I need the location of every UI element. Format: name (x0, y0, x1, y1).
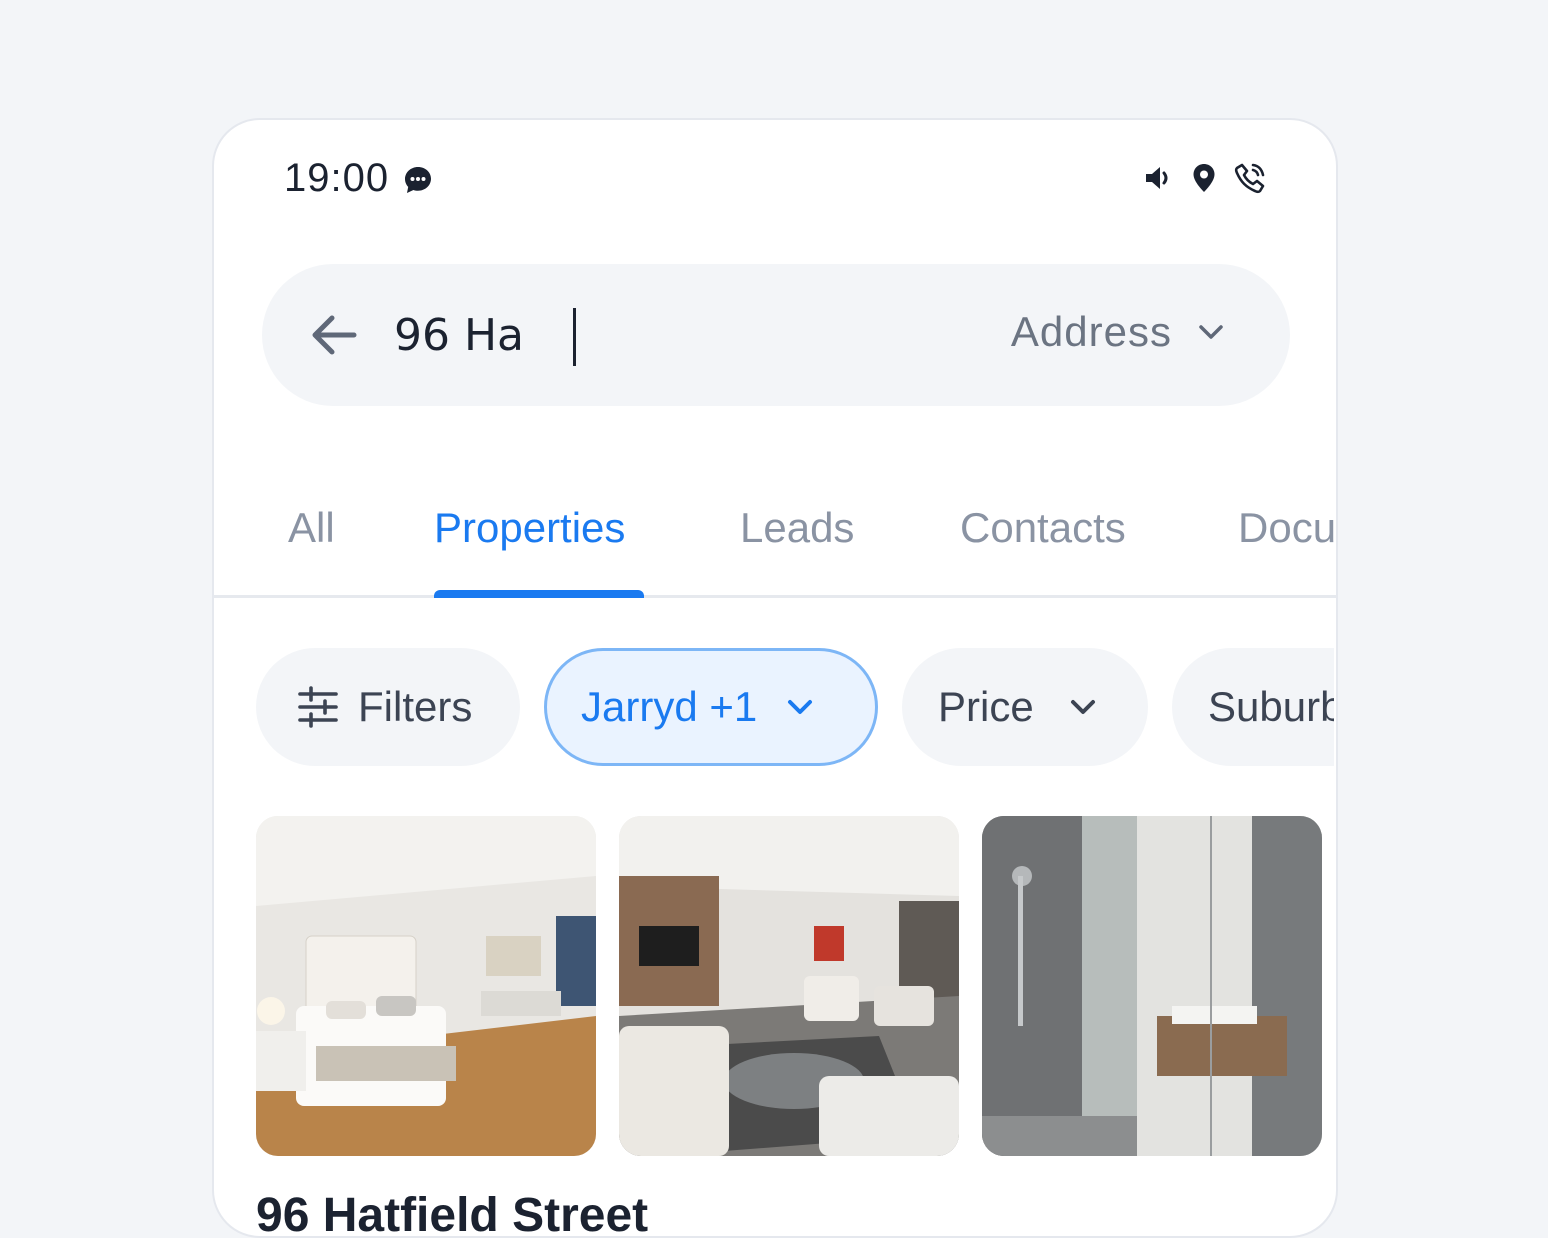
back-arrow-icon[interactable] (306, 307, 362, 363)
listing-photos (256, 816, 1322, 1156)
chevron-down-icon (1070, 700, 1095, 714)
filters-chip[interactable]: Filters (256, 648, 520, 766)
search-type-dropdown[interactable]: Address (1011, 308, 1226, 356)
call-icon (1234, 163, 1265, 194)
tab-leads[interactable]: Leads (740, 504, 854, 552)
chevron-down-icon (1199, 325, 1223, 339)
active-tab-indicator (434, 590, 644, 598)
bathroom-photo[interactable] (982, 816, 1322, 1156)
price-filter-chip[interactable]: Price (902, 648, 1148, 766)
chevron-down-icon (788, 700, 813, 714)
tab-documents[interactable]: Docu (1238, 504, 1336, 552)
listing-title[interactable]: 96 Hatfield Street (256, 1188, 648, 1236)
search-bar: Address (262, 264, 1290, 406)
living-room-photo[interactable] (619, 816, 959, 1156)
bedroom-photo[interactable] (256, 816, 596, 1156)
search-type-label: Address (1010, 308, 1172, 355)
agent-filter-label: Jarryd +1 (581, 683, 758, 730)
tab-properties[interactable]: Properties (434, 504, 625, 552)
search-input[interactable] (394, 300, 814, 370)
status-time: 19:00 (284, 156, 390, 200)
suburb-filter-label: Suburb (1208, 683, 1334, 730)
phone-screen: 19:00 96 Ha Address All Properties Leads… (212, 118, 1338, 1238)
sliders-icon (298, 686, 338, 728)
text-cursor (573, 308, 576, 366)
agent-filter-chip[interactable]: Jarryd +1 (544, 648, 878, 766)
status-bar: 19:00 (214, 120, 1336, 240)
filter-chips: Filters Jarryd +1 Price Suburb (214, 648, 1334, 770)
status-icons (1142, 162, 1266, 194)
suburb-filter-chip[interactable]: Suburb (1172, 648, 1334, 766)
location-icon (1193, 164, 1215, 192)
tab-contacts[interactable]: Contacts (960, 504, 1126, 552)
volume-icon (1146, 167, 1168, 189)
filters-chip-label: Filters (358, 683, 473, 730)
tab-all[interactable]: All (288, 504, 335, 552)
category-tabs: All Properties Leads Contacts Docu (214, 480, 1336, 598)
message-icon (405, 167, 431, 193)
price-filter-label: Price (938, 683, 1034, 730)
